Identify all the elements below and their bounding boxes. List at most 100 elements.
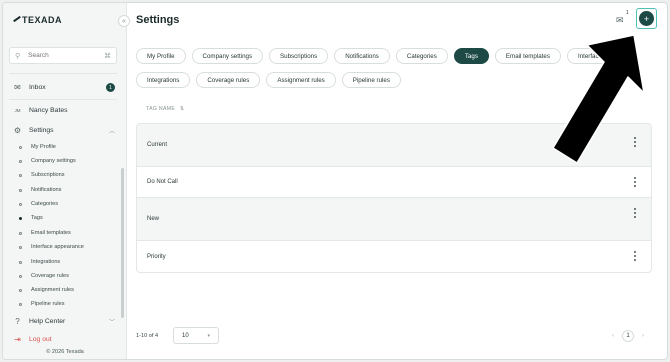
- table-row[interactable]: New: [137, 198, 651, 241]
- sidebar-item-label: Settings: [29, 127, 54, 134]
- gear-icon: ⚙: [13, 126, 22, 135]
- mail-count: 1: [626, 10, 629, 16]
- sidebar-subitem-integrations[interactable]: Integrations: [19, 259, 60, 265]
- sidebar-subitem-categories[interactable]: Categories: [19, 201, 58, 207]
- tag-name-cell: Current: [147, 142, 168, 148]
- search-box[interactable]: ⚲ ⌘: [9, 47, 117, 64]
- sidebar-item-label: Inbox: [29, 84, 46, 91]
- chevron-down-icon: ﹀: [108, 320, 115, 326]
- help-icon: ?: [15, 317, 20, 326]
- page-title: Settings: [136, 14, 180, 26]
- subitem-label: My Profile: [31, 144, 56, 150]
- tag-name-cell: New: [147, 216, 160, 222]
- tab-coverage-rules[interactable]: Coverage rules: [196, 72, 261, 88]
- add-button[interactable]: +: [636, 8, 657, 29]
- bullet-icon: [19, 202, 22, 206]
- bullet-icon: [19, 302, 22, 306]
- logout-icon: ⇥: [14, 335, 21, 344]
- prev-page-button[interactable]: ‹: [607, 330, 619, 342]
- bullet-icon: [19, 288, 22, 292]
- tab-email-templates[interactable]: Email templates: [494, 48, 561, 64]
- sidebar: TEXADA « ⚲ ⌘ ✉ Inbox 1 JM Nancy Bates ⚙ …: [3, 3, 130, 359]
- page-number-button[interactable]: 1: [622, 330, 634, 342]
- chevron-down-icon: ▾: [207, 332, 210, 339]
- sidebar-subitem-company-settings[interactable]: Company settings: [19, 158, 76, 164]
- sidebar-subitem-notifications[interactable]: Notifications: [19, 187, 61, 193]
- sidebar-item-help-center[interactable]: ? Help Center ﹀: [13, 317, 115, 326]
- logout-button[interactable]: ⇥ Log out: [13, 335, 115, 344]
- divider: [9, 73, 117, 74]
- chevron-up-icon: ︿: [108, 129, 115, 135]
- keyboard-shortcut-icon: ⌘: [104, 52, 111, 60]
- copyright: © 2026 Texada: [46, 349, 84, 355]
- search-input[interactable]: [28, 52, 89, 59]
- sidebar-item-inbox[interactable]: ✉ Inbox 1: [13, 83, 115, 92]
- subitem-label: Company settings: [31, 158, 76, 164]
- tags-table: Current Do Not Call New Priority: [136, 123, 652, 273]
- tab-my-profile[interactable]: My Profile: [136, 48, 186, 64]
- sidebar-subitem-assignment-rules[interactable]: Assignment rules: [19, 287, 74, 293]
- main-content: Settings ✉ 1 + My Profile Company settin…: [127, 3, 667, 359]
- sort-icon: ⇅: [179, 106, 185, 112]
- plus-icon: +: [639, 11, 654, 26]
- bullet-icon: [19, 159, 22, 163]
- app-window: TEXADA « ⚲ ⌘ ✉ Inbox 1 JM Nancy Bates ⚙ …: [2, 2, 668, 360]
- mail-icon[interactable]: ✉: [616, 15, 624, 26]
- logo-mark-icon: [13, 17, 20, 24]
- inbox-count-badge: 1: [106, 83, 115, 92]
- settings-tabs-row-1: My Profile Company settings Subscription…: [136, 48, 632, 64]
- texada-logo[interactable]: TEXADA: [13, 15, 62, 25]
- tab-tags[interactable]: Tags: [453, 48, 489, 64]
- table-row[interactable]: Current: [137, 124, 651, 167]
- subitem-label: Interface appearance: [31, 244, 84, 250]
- settings-tabs-row-2: Integrations Coverage rules Assignment r…: [136, 72, 401, 88]
- tab-integrations[interactable]: Integrations: [136, 72, 191, 88]
- search-icon: ⚲: [15, 52, 21, 60]
- tab-subscriptions[interactable]: Subscriptions: [269, 48, 329, 64]
- more-options-icon[interactable]: [634, 250, 636, 262]
- tab-notifications[interactable]: Notifications: [334, 48, 390, 64]
- sidebar-user[interactable]: JM Nancy Bates: [13, 107, 115, 114]
- sidebar-item-settings[interactable]: ⚙ Settings ︿: [13, 126, 115, 135]
- tab-assignment-rules[interactable]: Assignment rules: [266, 72, 336, 88]
- sidebar-subitem-my-profile[interactable]: My Profile: [19, 144, 56, 150]
- tab-company-settings[interactable]: Company settings: [191, 48, 264, 64]
- mail-icon: ✉: [14, 83, 21, 92]
- bullet-icon: [19, 245, 22, 249]
- next-page-button[interactable]: ›: [637, 330, 649, 342]
- bullet-icon: [19, 145, 22, 149]
- subitem-label: Tags: [31, 215, 43, 221]
- table-row[interactable]: Priority: [137, 241, 651, 272]
- tab-categories[interactable]: Categories: [395, 48, 448, 64]
- bullet-icon: [19, 173, 22, 177]
- sidebar-subitem-pipeline-rules[interactable]: Pipeline rules: [19, 301, 65, 307]
- user-name: Nancy Bates: [29, 107, 68, 114]
- sidebar-subitem-coverage-rules[interactable]: Coverage rules: [19, 273, 69, 279]
- subitem-label: Notifications: [31, 187, 62, 193]
- bullet-icon: [19, 274, 22, 278]
- pagination-range: 1-10 of 4: [136, 333, 159, 339]
- table-row[interactable]: Do Not Call: [137, 167, 651, 198]
- per-page-value: 10: [182, 332, 189, 339]
- divider: [9, 99, 117, 100]
- more-options-icon[interactable]: [634, 136, 636, 148]
- per-page-select[interactable]: 10 ▾: [173, 327, 219, 344]
- subitem-label: Pipeline rules: [31, 301, 65, 307]
- more-options-icon[interactable]: [634, 207, 636, 219]
- tab-pipeline-rules[interactable]: Pipeline rules: [341, 72, 401, 88]
- more-options-icon[interactable]: [634, 176, 636, 188]
- avatar: JM: [14, 108, 21, 113]
- tab-interface-appearance[interactable]: Interface appea: [566, 48, 632, 64]
- tag-name-cell: Do Not Call: [147, 179, 178, 185]
- subitem-label: Coverage rules: [31, 273, 69, 279]
- sidebar-scrollbar[interactable]: [121, 168, 124, 318]
- sidebar-subitem-tags[interactable]: Tags: [19, 215, 43, 221]
- sidebar-subitem-interface-appearance[interactable]: Interface appearance: [19, 244, 84, 250]
- brand-name: TEXADA: [22, 15, 63, 25]
- sidebar-subitem-subscriptions[interactable]: Subscriptions: [19, 172, 65, 178]
- bullet-icon: [19, 260, 22, 264]
- subitem-label: Email templates: [31, 230, 71, 236]
- sidebar-subitem-email-templates[interactable]: Email templates: [19, 230, 71, 236]
- column-header-tag-name[interactable]: TAG NAME ⇅: [146, 106, 185, 112]
- column-label: TAG NAME: [146, 106, 176, 112]
